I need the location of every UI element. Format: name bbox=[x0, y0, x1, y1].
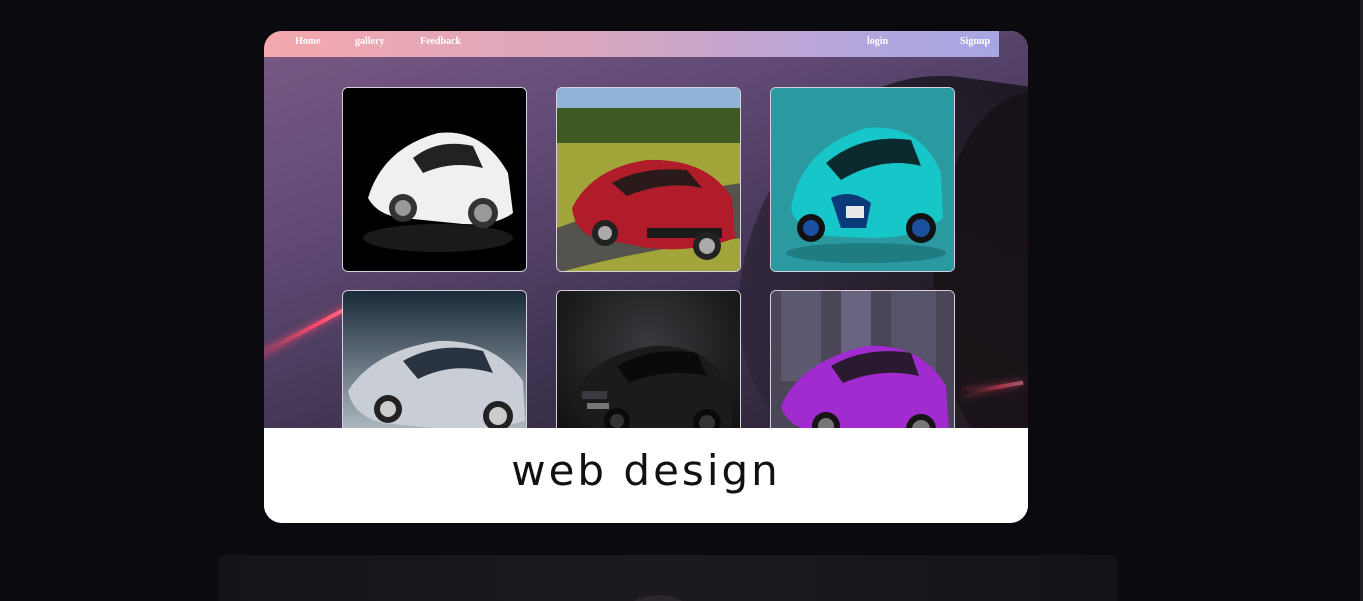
red-muscle-car-image[interactable] bbox=[556, 87, 741, 272]
silver-coupe-image[interactable] bbox=[342, 290, 527, 428]
preview-navbar: Home gallery Feedback login Signup bbox=[264, 31, 999, 57]
nav-signup-link[interactable]: Signup bbox=[960, 36, 990, 47]
project-caption: web design bbox=[264, 428, 1028, 523]
project-title: web design bbox=[511, 446, 781, 495]
purple-supercar-image[interactable] bbox=[770, 290, 955, 428]
nav-login-link[interactable]: login bbox=[867, 36, 888, 47]
page: Home gallery Feedback login Signup web d… bbox=[0, 0, 1363, 601]
project-card[interactable]: Home gallery Feedback login Signup web d… bbox=[264, 31, 1028, 523]
nav-home-link[interactable]: Home bbox=[295, 36, 321, 47]
next-card-preview-shape bbox=[628, 595, 688, 601]
black-sedan-image[interactable] bbox=[556, 290, 741, 428]
next-project-card[interactable] bbox=[218, 555, 1118, 601]
nav-gallery-link[interactable]: gallery bbox=[355, 36, 384, 47]
teal-hypercar-image[interactable] bbox=[770, 87, 955, 272]
white-sports-car-image[interactable] bbox=[342, 87, 527, 272]
project-preview-screenshot: Home gallery Feedback login Signup bbox=[264, 31, 1028, 428]
nav-feedback-link[interactable]: Feedback bbox=[420, 36, 461, 47]
